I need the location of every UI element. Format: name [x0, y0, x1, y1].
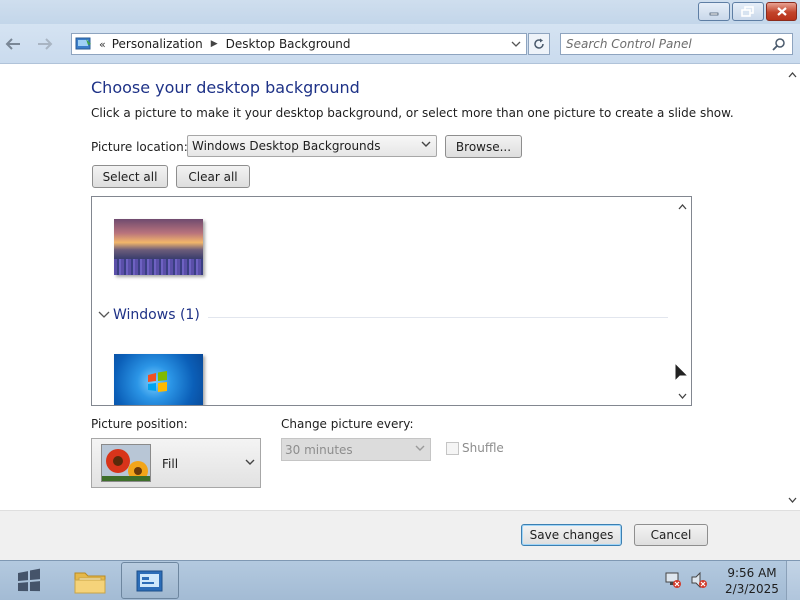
chevron-down-icon: [678, 393, 687, 399]
list-scroll-up-button[interactable]: [677, 201, 688, 212]
search-placeholder: Search Control Panel: [566, 37, 692, 51]
volume-muted-icon[interactable]: [690, 571, 708, 589]
picture-location-select[interactable]: Windows Desktop Backgrounds: [187, 135, 437, 157]
picture-location-label: Picture location:: [91, 140, 188, 154]
back-arrow-icon: [5, 38, 20, 50]
control-panel-icon: [136, 570, 163, 591]
folder-icon: [74, 572, 106, 593]
network-icon[interactable]: [664, 571, 682, 589]
breadcrumb-separator-icon[interactable]: ▶: [211, 39, 218, 49]
shuffle-label: Shuffle: [462, 441, 504, 455]
shuffle-checkbox[interactable]: [446, 442, 459, 455]
picture-list[interactable]: Windows (1): [91, 196, 692, 406]
taskbar-windows-explorer[interactable]: [61, 562, 119, 599]
search-icon[interactable]: [772, 37, 786, 51]
browse-button[interactable]: Browse...: [445, 135, 522, 158]
wallpaper-thumbnail-windows[interactable]: [114, 354, 203, 405]
mouse-cursor-icon: [674, 362, 690, 383]
clock-date: 2/3/2025: [725, 582, 779, 596]
group-name: Windows (1): [113, 307, 200, 323]
navigation-bar: « Personalization ▶ Desktop Background S…: [0, 24, 800, 64]
chevron-down-icon: [421, 141, 431, 147]
group-header-windows[interactable]: Windows (1): [98, 307, 668, 327]
refresh-button[interactable]: [528, 33, 550, 55]
chevron-down-icon: [245, 459, 255, 465]
select-all-button[interactable]: Select all: [92, 165, 168, 188]
restore-icon: [741, 6, 754, 17]
page-scrollbar[interactable]: [784, 65, 800, 510]
taskbar: 9:56 AM 2/3/2025: [0, 560, 800, 600]
picture-position-value: Fill: [162, 457, 179, 471]
group-divider: [208, 317, 668, 318]
scroll-down-button[interactable]: [786, 494, 798, 506]
close-button[interactable]: [766, 2, 797, 21]
chevron-down-icon: [415, 445, 425, 451]
picture-position-preview: [101, 444, 151, 482]
forward-arrow-icon: [38, 38, 53, 50]
cancel-button[interactable]: Cancel: [634, 524, 708, 546]
chevron-down-icon: [511, 41, 521, 47]
picture-position-label: Picture position:: [91, 417, 188, 431]
thumbnail-flowers: [114, 259, 203, 275]
chevron-down-icon: [788, 497, 796, 503]
control-panel-icon: [75, 37, 91, 50]
search-input[interactable]: Search Control Panel: [560, 33, 793, 55]
show-desktop-button[interactable]: [786, 561, 800, 600]
address-bar[interactable]: « Personalization ▶ Desktop Background: [71, 33, 527, 55]
list-scroll-down-button[interactable]: [677, 390, 688, 401]
breadcrumb-overflow[interactable]: «: [99, 38, 106, 51]
change-picture-every-select[interactable]: 30 minutes: [281, 438, 431, 461]
windows-start-icon: [18, 568, 40, 592]
breadcrumb-desktop-background[interactable]: Desktop Background: [226, 37, 351, 51]
system-tray: [664, 571, 708, 589]
page-description: Click a picture to make it your desktop …: [91, 106, 734, 120]
page-title: Choose your desktop background: [91, 78, 360, 97]
back-button[interactable]: [2, 33, 24, 55]
close-icon: [776, 7, 787, 16]
refresh-icon: [534, 38, 544, 49]
flower-thumbnail-icon: [102, 445, 150, 481]
minimize-icon: [709, 12, 719, 15]
change-picture-every-value: 30 minutes: [285, 443, 353, 457]
clock-time: 9:56 AM: [727, 566, 777, 580]
chevron-up-icon: [678, 203, 687, 209]
clear-all-button[interactable]: Clear all: [176, 165, 250, 188]
picture-location-value: Windows Desktop Backgrounds: [192, 139, 381, 153]
taskbar-control-panel[interactable]: [121, 562, 179, 599]
change-picture-every-label: Change picture every:: [281, 417, 414, 431]
wallpaper-thumbnail-sunset[interactable]: [114, 219, 203, 275]
address-dropdown-button[interactable]: [510, 37, 522, 51]
scroll-up-button[interactable]: [786, 69, 798, 81]
title-bar: [0, 0, 800, 24]
breadcrumb-personalization[interactable]: Personalization: [112, 37, 203, 51]
taskbar-clock[interactable]: 9:56 AM 2/3/2025: [722, 565, 782, 597]
forward-button[interactable]: [34, 33, 56, 55]
chevron-up-icon: [788, 72, 796, 78]
picture-position-select[interactable]: Fill: [91, 438, 261, 488]
chevron-down-icon[interactable]: [98, 311, 110, 319]
windows-logo-icon: [148, 371, 167, 392]
minimize-button[interactable]: [698, 2, 730, 21]
start-button[interactable]: [8, 565, 50, 597]
restore-button[interactable]: [732, 2, 764, 21]
save-changes-button[interactable]: Save changes: [521, 524, 622, 546]
